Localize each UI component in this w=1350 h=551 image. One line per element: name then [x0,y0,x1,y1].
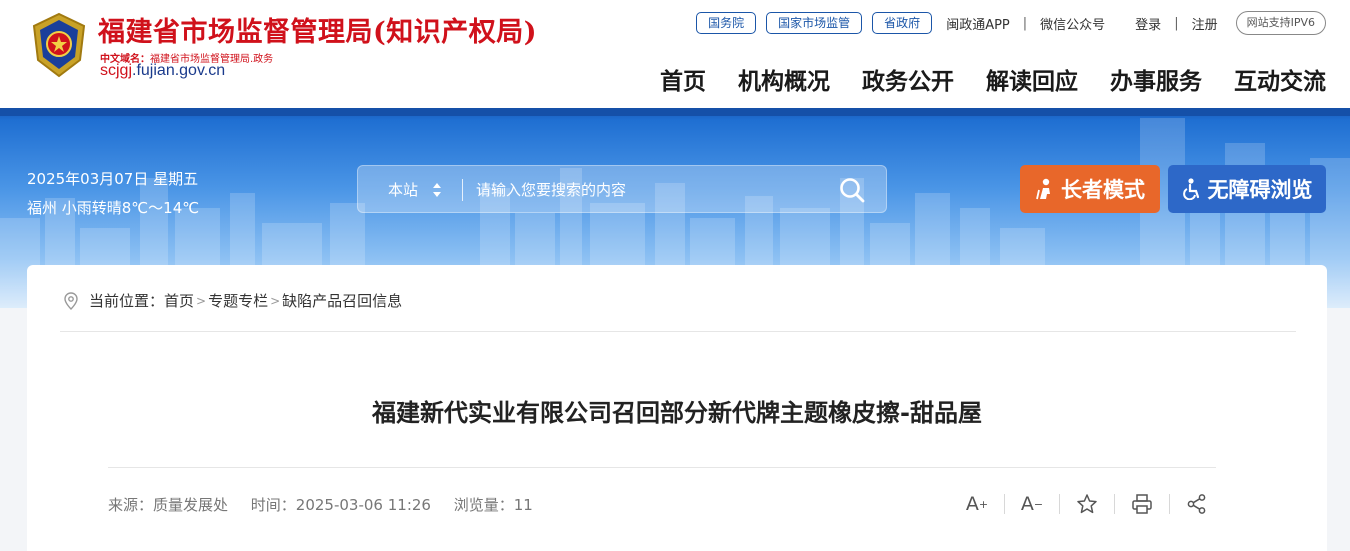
top-links: 国务院 国家市场监管 省政府 闽政通APP | 微信公众号 登录 | 注册 网站… [696,11,1326,35]
divider: | [1022,15,1028,31]
login-link[interactable]: 登录 [1135,14,1161,33]
article-time: 时间：2025-03-06 11:26 [250,496,431,514]
register-link[interactable]: 注册 [1192,14,1218,33]
article-source: 来源：质量发展处 [108,496,229,514]
link-provincial-gov[interactable]: 省政府 [872,12,933,34]
weather-info: 福州 小雨转晴8℃～14℃ [27,199,200,217]
article-title: 福建新代实业有限公司召回部分新代牌主题橡皮擦-甜品屋 [372,399,982,427]
breadcrumb-separator: > [270,293,281,308]
link-app[interactable]: 闽政通APP [946,14,1010,33]
search-scope-select[interactable]: 本站 [388,179,418,200]
printer-icon [1132,494,1152,514]
link-state-council[interactable]: 国务院 [696,12,757,34]
breadcrumb-home[interactable]: 首页 [164,290,194,311]
location-pin-icon [64,291,78,310]
site-domain[interactable]: scjgj.fujian.gov.cn [100,62,225,80]
article-meta: 来源：质量发展处 时间：2025-03-06 11:26 浏览量：11 [108,494,551,515]
print-button[interactable] [1127,490,1157,518]
wheelchair-icon [1182,178,1199,200]
breadcrumb-special-topics[interactable]: 专题专栏 [208,290,268,311]
main-nav: 首页 机构概况 政务公开 解读回应 办事服务 互动交流 [628,62,1326,96]
search-bar: 本站 [357,165,887,213]
elder-mode-label: 长者模式 [1061,178,1145,202]
accessibility-label: 无障碍浏览 [1207,178,1313,202]
elder-mode-button[interactable]: 长者模式 [1020,165,1160,213]
favorite-button[interactable] [1072,490,1102,518]
breadcrumb-label: 当前位置： [89,292,165,310]
article-views: 浏览量：11 [453,496,533,514]
search-icon[interactable] [838,176,866,204]
domain-prefix: scjgj [100,62,133,79]
article-card: 当前位置： 首页 > 专题专栏 > 缺陷产品召回信息 福建新代实业有限公司召回部… [27,265,1327,551]
ipv6-badge: 网站支持IPV6 [1235,11,1326,35]
breadcrumb-separator: > [196,293,207,308]
link-samr[interactable]: 国家市场监管 [766,12,863,34]
domain-suffix: .fujian.gov.cn [132,62,226,79]
breadcrumb-recall-info[interactable]: 缺陷产品召回信息 [282,290,402,311]
site-title[interactable]: 福建省市场监督管理局(知识产权局) [98,10,537,49]
star-icon [1077,494,1097,514]
breadcrumb-divider [60,331,1296,332]
breadcrumb: 当前位置： 首页 > 专题专栏 > 缺陷产品召回信息 [63,290,402,311]
sort-arrows-icon[interactable] [432,180,442,200]
site-header: 福建省市场监督管理局(知识产权局) 中文域名：福建省市场监督管理局.政务 scj… [0,0,1350,108]
nav-organization[interactable]: 机构概况 [738,62,830,96]
font-increase-icon: A [965,493,979,515]
link-wechat[interactable]: 微信公众号 [1040,14,1105,33]
font-decrease-icon: A [1020,493,1034,515]
nav-government-affairs[interactable]: 政务公开 [862,62,954,96]
share-icon [1187,494,1206,514]
divider: | [1174,15,1179,31]
article-tools: A + A − [962,490,1212,518]
current-date: 2025年03月07日 星期五 [27,170,199,188]
elder-person-icon [1036,178,1050,200]
nav-interaction[interactable]: 互动交流 [1234,62,1326,96]
title-divider [108,467,1216,468]
search-divider [462,179,463,201]
search-input[interactable] [476,179,836,201]
nav-services[interactable]: 办事服务 [1110,62,1202,96]
nav-home[interactable]: 首页 [660,62,706,96]
nav-interpretation[interactable]: 解读回应 [986,62,1078,96]
font-increase-button[interactable]: A + [962,490,992,518]
accessibility-button[interactable]: 无障碍浏览 [1168,165,1326,213]
police-emblem-icon [32,12,86,78]
font-decrease-button[interactable]: A − [1017,490,1047,518]
share-button[interactable] [1182,490,1212,518]
